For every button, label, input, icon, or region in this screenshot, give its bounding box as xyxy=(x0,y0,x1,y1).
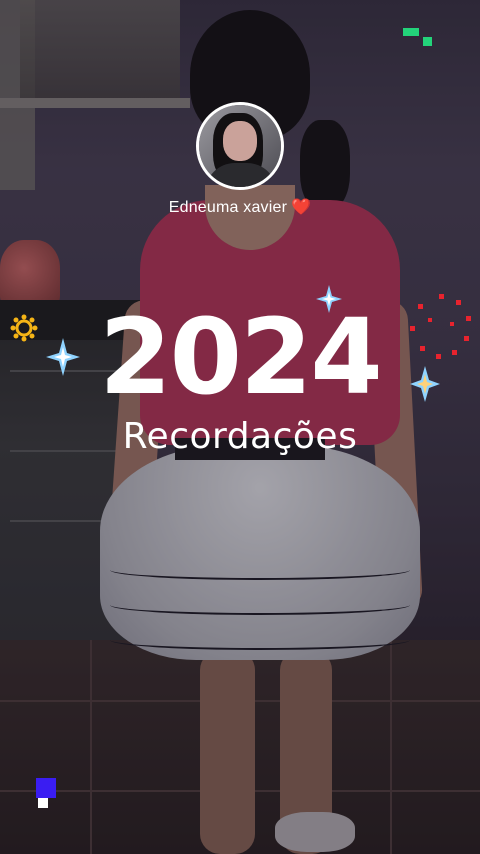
blue-pixels-icon xyxy=(36,778,56,808)
profile-avatar[interactable] xyxy=(196,102,284,190)
profile-name[interactable]: Edneuma xavier ❤️ xyxy=(0,197,480,217)
year-heading: 2024 xyxy=(99,296,382,418)
profile-name-text: Edneuma xavier xyxy=(168,199,288,216)
green-pixels-icon xyxy=(403,28,432,46)
memories-title: Recordações xyxy=(122,416,358,457)
avatar-face xyxy=(223,121,257,161)
heart-icon: ❤️ xyxy=(291,199,312,216)
story-screen[interactable]: Edneuma xavier ❤️ 2024 Recordações xyxy=(0,0,480,854)
